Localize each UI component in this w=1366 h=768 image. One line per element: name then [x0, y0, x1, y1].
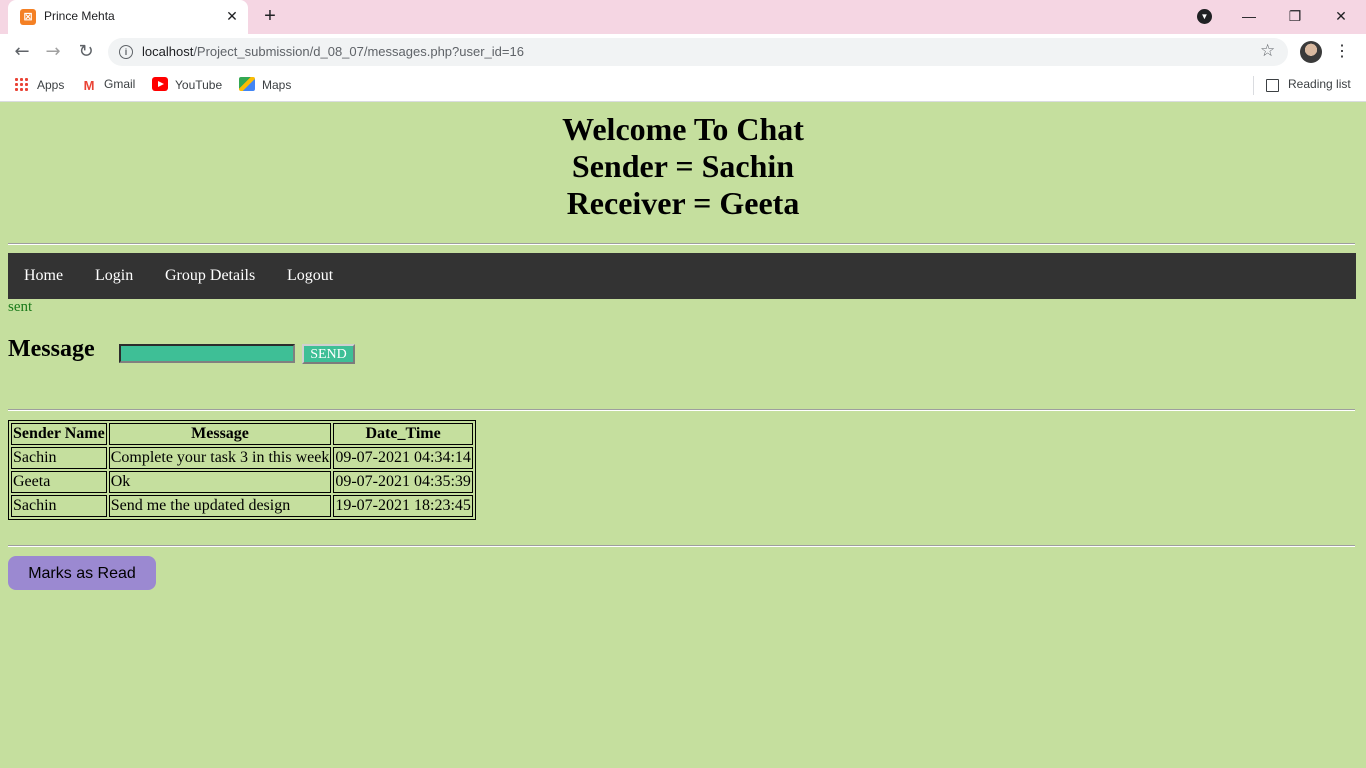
page-heading: Welcome To Chat Sender = Sachin Receiver…	[0, 111, 1366, 222]
nav-login[interactable]: Login	[95, 267, 133, 285]
sender-cell: Geeta	[11, 471, 107, 493]
new-tab-icon[interactable]: +	[259, 5, 281, 27]
message-cell: Send me the updated design	[108, 495, 332, 517]
page-content: Welcome To Chat Sender = Sachin Receiver…	[0, 102, 1366, 768]
nav-logout[interactable]: Logout	[287, 267, 333, 285]
url-path: /Project_submission/d_08_07/messages.php…	[193, 44, 524, 59]
bookmark-label: Apps	[37, 78, 65, 92]
messages-table: Sender Name Message Date_Time Sachin Com…	[8, 420, 476, 520]
gmail-icon: M	[83, 78, 95, 93]
minimize-icon[interactable]: —	[1235, 4, 1263, 28]
mark-as-read-button[interactable]: Marks as Read	[8, 556, 156, 590]
restore-icon[interactable]: ❐	[1281, 4, 1309, 28]
profile-avatar[interactable]	[1300, 41, 1322, 63]
datetime-cell: 19-07-2021 18:23:45	[333, 495, 473, 517]
window-close-icon[interactable]: ✕	[1327, 4, 1355, 28]
column-header-datetime: Date_Time	[333, 423, 473, 445]
status-message: sent	[8, 299, 33, 315]
bookmark-star-icon[interactable]: ☆	[1260, 41, 1275, 61]
table-row: Sachin Complete your task 3 in this week…	[11, 447, 473, 469]
receiver-line: Receiver = Geeta	[566, 185, 800, 221]
bookmark-youtube[interactable]: YouTube	[152, 77, 222, 92]
datetime-cell: 09-07-2021 04:34:14	[333, 447, 473, 469]
back-icon[interactable]: ←	[10, 40, 34, 64]
sender-line: Sender = Sachin	[571, 148, 795, 184]
bookmarks-divider	[1253, 76, 1254, 95]
divider	[8, 409, 1355, 411]
nav-group-details[interactable]: Group Details	[165, 267, 255, 285]
message-cell: Ok	[108, 471, 332, 493]
bookmark-maps[interactable]: Maps	[239, 77, 291, 92]
tab-search-icon[interactable]: ▼	[1197, 9, 1212, 24]
browser-menu-icon[interactable]: ⋮	[1334, 40, 1350, 64]
message-cell: Complete your task 3 in this week	[108, 447, 332, 469]
bookmark-label: YouTube	[175, 78, 223, 92]
welcome-title: Welcome To Chat	[562, 111, 804, 147]
bookmark-label: Gmail	[104, 77, 136, 91]
bookmarks-bar: Apps M Gmail YouTube Maps Reading list	[0, 70, 1366, 102]
bookmark-gmail[interactable]: M Gmail	[81, 77, 136, 93]
message-input[interactable]	[119, 344, 295, 363]
tab-strip: ⊠ Prince Mehta ✕ + ▼ — ❐ ✕	[0, 0, 1366, 34]
youtube-icon	[152, 77, 168, 91]
reading-list-label[interactable]: Reading list	[1288, 77, 1351, 91]
close-tab-icon[interactable]: ✕	[224, 8, 240, 24]
send-button[interactable]: SEND	[302, 344, 355, 364]
table-row: Geeta Ok 09-07-2021 04:35:39	[11, 471, 473, 493]
divider	[8, 545, 1355, 547]
datetime-cell: 09-07-2021 04:35:39	[333, 471, 473, 493]
table-row: Sachin Send me the updated design 19-07-…	[11, 495, 473, 517]
sender-cell: Sachin	[11, 495, 107, 517]
sender-cell: Sachin	[11, 447, 107, 469]
forward-icon[interactable]: →	[41, 40, 65, 64]
xampp-favicon-icon: ⊠	[20, 9, 36, 25]
url-host: localhost	[142, 44, 194, 59]
reading-list-icon[interactable]	[1266, 79, 1279, 92]
message-label: Message	[8, 336, 95, 362]
column-header-sender: Sender Name	[11, 423, 107, 445]
browser-toolbar: ← → ↻ i localhost/Project_submission/d_0…	[0, 34, 1366, 70]
column-header-message: Message	[108, 423, 332, 445]
reload-icon[interactable]: ↻	[74, 40, 98, 64]
table-header-row: Sender Name Message Date_Time	[11, 423, 473, 445]
address-bar[interactable]: i localhost/Project_submission/d_08_07/m…	[108, 38, 1288, 66]
divider	[8, 243, 1355, 245]
bookmark-apps[interactable]: Apps	[14, 77, 64, 92]
nav-home[interactable]: Home	[24, 267, 63, 285]
browser-tab[interactable]: ⊠ Prince Mehta ✕	[8, 0, 248, 34]
url-text[interactable]: localhost/Project_submission/d_08_07/mes…	[142, 44, 524, 59]
tab-title: Prince Mehta	[44, 9, 115, 23]
apps-grid-icon	[14, 77, 30, 91]
site-info-icon[interactable]: i	[119, 45, 133, 59]
nav-bar: Home Login Group Details Logout	[8, 253, 1356, 299]
maps-icon	[239, 77, 255, 91]
bookmark-label: Maps	[262, 78, 292, 92]
